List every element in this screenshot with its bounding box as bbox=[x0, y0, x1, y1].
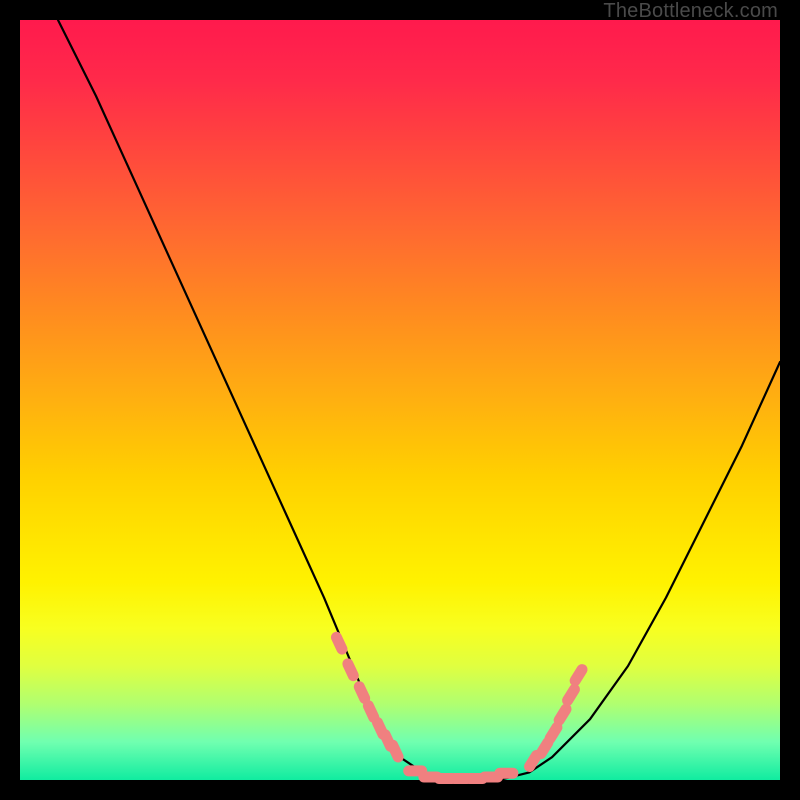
valley-marker bbox=[329, 630, 349, 656]
chart-frame bbox=[20, 20, 780, 780]
valley-marker bbox=[560, 682, 582, 708]
valley-markers bbox=[329, 630, 589, 784]
watermark-text: TheBottleneck.com bbox=[603, 0, 778, 23]
curve-line bbox=[58, 20, 780, 780]
curve-path bbox=[58, 20, 780, 780]
valley-marker bbox=[494, 768, 518, 779]
valley-marker bbox=[341, 657, 361, 683]
chart-svg bbox=[20, 20, 780, 780]
valley-marker bbox=[568, 662, 590, 688]
